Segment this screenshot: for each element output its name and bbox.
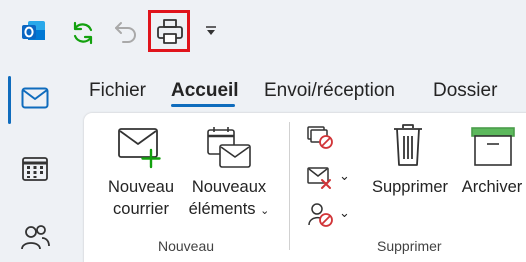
- customize-dropdown-icon[interactable]: [205, 25, 217, 37]
- active-tab-underline: [171, 104, 235, 107]
- sync-icon[interactable]: [69, 19, 97, 47]
- new-items-label-text: éléments: [188, 200, 256, 218]
- delete-button[interactable]: Supprimer: [365, 176, 455, 198]
- undo-icon[interactable]: [112, 19, 140, 47]
- calendar-icon[interactable]: [21, 154, 49, 182]
- tab-fichier[interactable]: Fichier: [89, 80, 146, 102]
- outlook-logo-icon: [20, 18, 46, 44]
- active-rail-indicator: [8, 76, 11, 124]
- new-items-label-line2: éléments ⌄: [183, 198, 275, 222]
- delete-icon[interactable]: [392, 123, 424, 172]
- junk-chevron-down-icon[interactable]: ⌄: [339, 205, 350, 221]
- group-label-supprimer: Supprimer: [377, 238, 442, 254]
- archive-icon[interactable]: [471, 127, 515, 172]
- archive-button[interactable]: Archiver: [457, 176, 526, 198]
- new-items-button[interactable]: Nouveaux éléments ⌄: [183, 176, 275, 222]
- tab-dossier[interactable]: Dossier: [433, 80, 497, 102]
- cleanup-chevron-down-icon[interactable]: ⌄: [339, 168, 350, 184]
- new-items-icon[interactable]: [206, 125, 254, 176]
- new-mail-label-line1: Nouveau: [107, 178, 175, 196]
- tab-accueil[interactable]: Accueil: [171, 80, 239, 102]
- new-mail-icon[interactable]: [117, 127, 163, 174]
- mail-icon[interactable]: [21, 87, 49, 109]
- new-items-label-line1: Nouveaux: [191, 178, 267, 196]
- new-mail-label-line2: courrier: [113, 200, 169, 218]
- group-label-nouveau: Nouveau: [158, 238, 215, 254]
- tab-envoi-reception[interactable]: Envoi/réception: [264, 80, 395, 102]
- cleanup-icon[interactable]: [306, 166, 334, 197]
- junk-icon[interactable]: [307, 201, 335, 234]
- ignore-conversation-icon[interactable]: [306, 125, 334, 156]
- print-highlight-box: [148, 10, 190, 52]
- new-mail-button[interactable]: Nouveau courrier: [101, 176, 181, 220]
- chevron-down-icon: ⌄: [260, 205, 270, 217]
- group-separator: [289, 122, 290, 250]
- people-icon[interactable]: [20, 224, 50, 252]
